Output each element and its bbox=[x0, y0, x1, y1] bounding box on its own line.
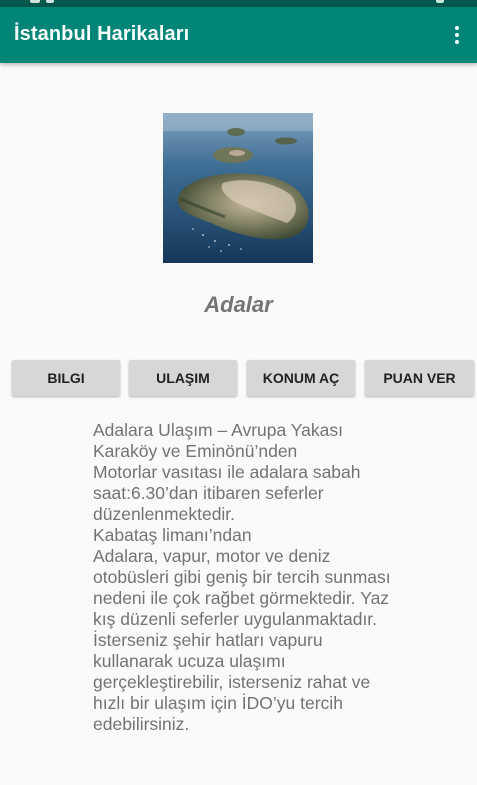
rate-button[interactable]: PUAN VER bbox=[365, 360, 474, 396]
overflow-menu-icon[interactable] bbox=[445, 19, 469, 51]
island-photo-graphic bbox=[163, 113, 313, 263]
route-button[interactable]: ULAŞIM bbox=[129, 360, 237, 396]
open-location-button[interactable]: KONUM AÇ bbox=[247, 360, 355, 396]
route-info-text: Adalara Ulaşım – Avrupa Yakası Karaköy v… bbox=[93, 420, 391, 734]
status-icons bbox=[30, 0, 90, 4]
battery-icon bbox=[436, 0, 444, 3]
app-title: İstanbul Harikaları bbox=[14, 23, 190, 45]
place-image bbox=[163, 113, 313, 263]
status-bar bbox=[0, 0, 477, 7]
place-title: Adalar bbox=[204, 292, 273, 317]
app-bar: İstanbul Harikaları bbox=[0, 7, 477, 63]
info-button[interactable]: BILGI bbox=[12, 360, 120, 396]
